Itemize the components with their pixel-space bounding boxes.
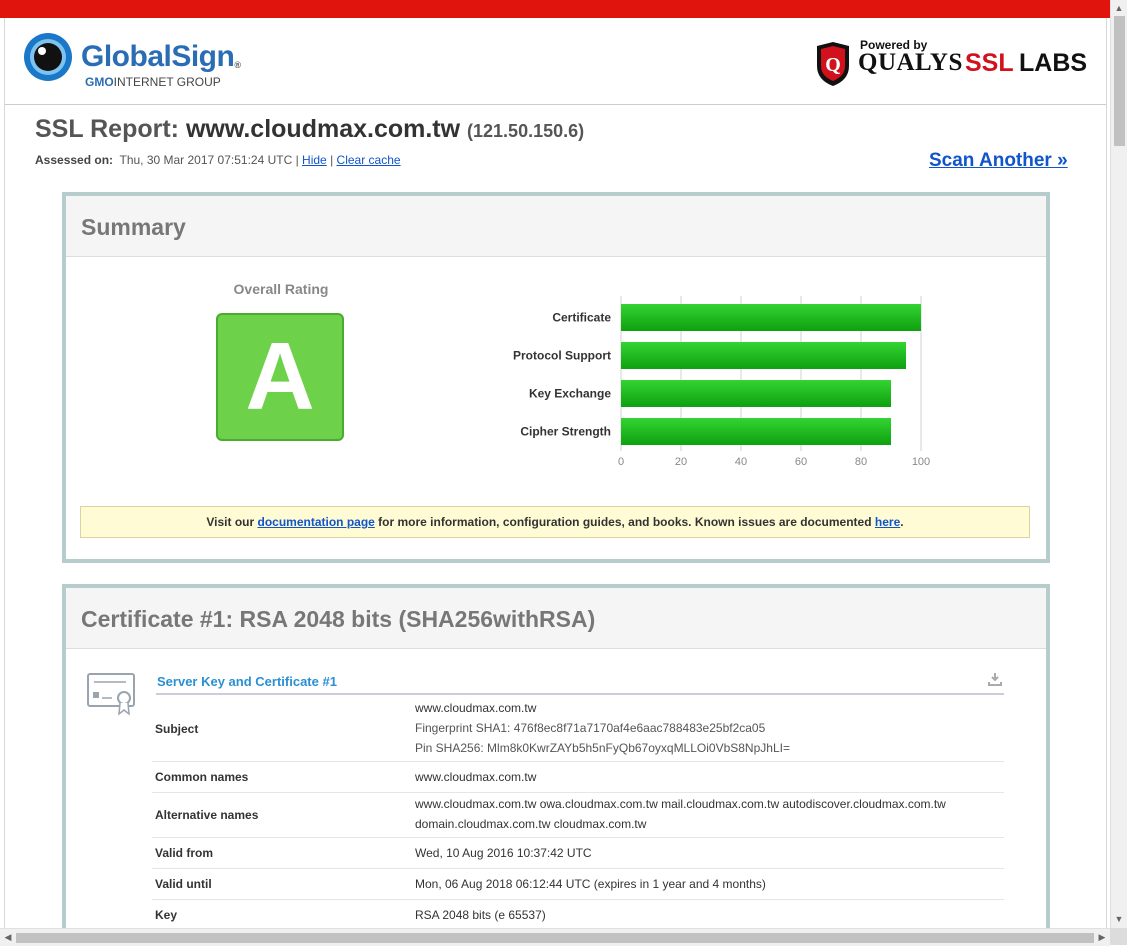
cert-row-value: Mon, 06 Aug 2018 06:12:44 UTC (expires i… — [412, 868, 1004, 900]
horizontal-scrollbar[interactable]: ◀ ▶ — [0, 928, 1110, 946]
globalsign-eye-icon — [24, 33, 72, 81]
link-separator: | — [330, 153, 334, 167]
section-divider — [156, 693, 1004, 695]
cert-value-line: www.cloudmax.com.tw — [415, 770, 537, 784]
cert-value-line: Mon, 06 Aug 2018 06:12:44 UTC (expires i… — [415, 877, 766, 891]
chart-bar — [621, 380, 891, 407]
ssl-wordmark: SSL — [965, 49, 1014, 77]
page-title: SSL Report: www.cloudmax.com.tw (121.50.… — [35, 115, 584, 144]
certificate-icon — [87, 673, 135, 716]
horizontal-scrollbar-thumb[interactable] — [16, 933, 1094, 943]
title-ip: (121.50.150.6) — [467, 121, 585, 141]
vertical-scrollbar[interactable]: ▲ ▼ — [1110, 0, 1127, 928]
title-host: www.cloudmax.com.tw — [185, 115, 461, 143]
hide-link[interactable]: Hide — [302, 153, 327, 167]
cert-row: Key RSA 2048 bits (e 65537) — [152, 899, 1004, 928]
cert-value-line: Pin SHA256: Mlm8k0KwrZAYb5h5nFyQb67oyxqM… — [415, 741, 790, 755]
cert-row-key: Valid until — [152, 868, 412, 900]
summary-header: Summary — [66, 196, 1046, 257]
cert-value-line: RSA 2048 bits (e 65537) — [415, 908, 546, 922]
documentation-notice: Visit our documentation page for more in… — [80, 506, 1030, 538]
chart-tick-label: 80 — [855, 456, 867, 468]
certificate-table: Subject www.cloudmax.com.tw Fingerprint SH… — [152, 697, 1004, 928]
assessed-value: Thu, 30 Mar 2017 07:51:24 UTC | — [119, 153, 299, 167]
qualys-wordmark: QUALYS — [858, 49, 963, 76]
cert-value-line: Fingerprint SHA1: 476f8ec8f71a7170af4e6a… — [415, 721, 766, 735]
cert-row: Subject www.cloudmax.com.tw Fingerprint SH… — [152, 697, 1004, 762]
chart-bar — [621, 342, 906, 369]
cert-row-value: RSA 2048 bits (e 65537) — [412, 899, 1004, 928]
chart-bar — [621, 418, 891, 445]
chart-tick-label: 100 — [912, 456, 930, 468]
chart-category-label: Key Exchange — [529, 387, 611, 401]
cert-row-value: Wed, 10 Aug 2016 10:37:42 UTC — [412, 837, 1004, 869]
scan-another-link[interactable]: Scan Another » — [929, 150, 1068, 172]
chart-category-label: Certificate — [552, 311, 611, 325]
vertical-scrollbar-thumb[interactable] — [1114, 16, 1125, 146]
assessed-on: Assessed on: Thu, 30 Mar 2017 07:51:24 U… — [35, 153, 401, 167]
header: GlobalSign® GMOINTERNET GROUP Powered by… — [5, 18, 1106, 105]
notice-text-pre: Visit our — [206, 515, 258, 529]
assessed-label: Assessed on: — [35, 153, 114, 167]
qualys-shield-icon: Q — [817, 42, 849, 86]
scrollbar-corner — [1110, 928, 1127, 945]
chart-tick-label: 40 — [735, 456, 747, 468]
chart-tick-label: 20 — [675, 456, 687, 468]
chart-category-label: Protocol Support — [513, 349, 611, 363]
page: GlobalSign® GMOINTERNET GROUP Powered by… — [4, 18, 1107, 928]
labs-wordmark: LABS — [1019, 49, 1088, 77]
top-accent-bar — [0, 0, 1110, 18]
overall-rating-label: Overall Rating — [233, 281, 329, 297]
chart-category-label: Cipher Strength — [520, 425, 611, 439]
chart-bar — [621, 304, 921, 331]
cert-value-line: Wed, 10 Aug 2016 10:37:42 UTC — [415, 846, 592, 860]
cert-row-key: Alternative names — [152, 792, 412, 838]
summary-panel: Summary Overall Rating A 0 20 40 60 80 100 Cer… — [62, 192, 1050, 563]
title-prefix: SSL Report: — [35, 115, 179, 143]
clear-cache-link[interactable]: Clear cache — [337, 153, 401, 167]
cert-row: Alternative names www.cloudmax.com.tw owa… — [152, 792, 1004, 838]
overall-grade-badge: A — [216, 313, 344, 441]
cert-row-key: Common names — [152, 761, 412, 793]
server-key-section-title: Server Key and Certificate #1 — [157, 674, 337, 689]
cert-value-line: domain.cloudmax.com.tw cloudmax.com.tw — [415, 817, 647, 831]
cert-row-value: www.cloudmax.com.tw Fingerprint SHA1: 476… — [412, 697, 1004, 762]
certificate-panel: Certificate #1: RSA 2048 bits (SHA256wit… — [62, 584, 1050, 928]
cert-row-key: Key — [152, 899, 412, 928]
cert-row: Common names www.cloudmax.com.tw — [152, 761, 1004, 793]
svg-text:Q: Q — [825, 54, 841, 76]
cert-row-value: www.cloudmax.com.tw — [412, 761, 1004, 793]
certificate-header: Certificate #1: RSA 2048 bits (SHA256wit… — [66, 588, 1046, 649]
scroll-down-arrow-icon[interactable]: ▼ — [1111, 911, 1127, 927]
globalsign-subtitle: GMOINTERNET GROUP — [85, 75, 221, 89]
scroll-left-arrow-icon[interactable]: ◀ — [0, 929, 16, 945]
chart-tick-label: 60 — [795, 456, 807, 468]
scroll-up-arrow-icon[interactable]: ▲ — [1111, 0, 1127, 16]
cert-value-line: www.cloudmax.com.tw — [415, 701, 537, 715]
cert-row-key: Valid from — [152, 837, 412, 869]
chart-tick-label: 0 — [618, 456, 624, 468]
cert-row: Valid until Mon, 06 Aug 2018 06:12:44 UTC… — [152, 868, 1004, 900]
known-issues-link[interactable]: here — [875, 515, 900, 529]
rating-bar-chart: 0 20 40 60 80 100 Certificate Protocol Support K… — [513, 296, 930, 468]
cert-row-value: www.cloudmax.com.tw owa.cloudmax.com.tw … — [412, 792, 1004, 838]
download-icon[interactable] — [988, 672, 1002, 686]
cert-row: Valid from Wed, 10 Aug 2016 10:37:42 UTC — [152, 837, 1004, 869]
documentation-page-link[interactable]: documentation page — [258, 515, 375, 529]
cert-value-line: www.cloudmax.com.tw owa.cloudmax.com.tw … — [415, 797, 946, 811]
globalsign-wordmark: GlobalSign® — [81, 40, 241, 73]
cert-row-key: Subject — [152, 697, 412, 762]
summary-title: Summary — [81, 214, 186, 240]
notice-text-post: . — [900, 515, 904, 529]
scroll-right-arrow-icon[interactable]: ▶ — [1094, 929, 1110, 945]
notice-text-mid: for more information, configuration guid… — [374, 515, 875, 529]
certificate-title: Certificate #1: RSA 2048 bits (SHA256wit… — [81, 606, 596, 632]
